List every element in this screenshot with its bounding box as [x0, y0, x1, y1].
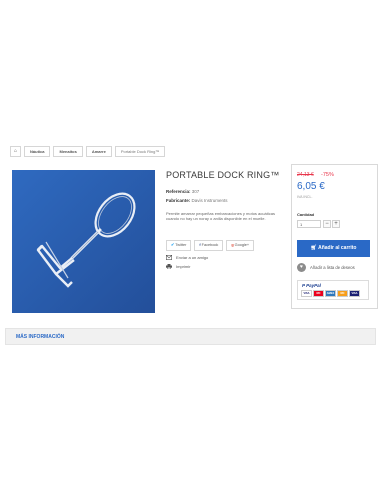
paypal-logo: P PayPal [302, 283, 321, 288]
facebook-icon: f [199, 243, 201, 247]
social-share: ✔Twitter fFacebook gGoogle+ [166, 240, 255, 251]
heart-icon: ♥ [297, 263, 306, 272]
breadcrumb-item-nautica[interactable]: Náutica [24, 146, 51, 157]
print-link[interactable]: Imprimir [166, 264, 190, 269]
more-info-tab[interactable]: MÁS INFORMACIÓN [5, 328, 376, 345]
google-button[interactable]: gGoogle+ [226, 240, 255, 251]
quantity-increase-button[interactable]: + [332, 220, 340, 228]
wishlist-link[interactable]: ♥ Añadir a lista de deseos [297, 263, 355, 272]
breadcrumb-home[interactable]: ⌂ [10, 146, 22, 157]
reference-value: 307 [191, 189, 200, 194]
breadcrumb: ⌂ Náutica Menaitos Amarre Portable Dock … [10, 146, 166, 157]
send-to-friend-label: Enviar a un amigo [176, 255, 209, 260]
wishlist-label: Añadir a lista de deseos [310, 265, 355, 270]
home-icon: ⌂ [14, 148, 18, 154]
amex-icon: AMEX [325, 290, 336, 297]
visa-electron-icon: VISA [349, 290, 360, 297]
print-label: Imprimir [176, 264, 191, 269]
product-title: PORTABLE DOCK RING™ [166, 170, 280, 180]
quantity-label: Cantidad [297, 212, 315, 217]
more-info-label: MÁS INFORMACIÓN [16, 334, 65, 340]
google-icon: g [231, 243, 234, 247]
cart-icon: 🛒︎ [310, 245, 319, 251]
maestro-icon: MC [337, 290, 348, 297]
manufacturer-label: Fabricante: [166, 198, 191, 203]
printer-icon [166, 264, 172, 269]
twitter-label: Twitter [175, 243, 187, 247]
discount-badge: -75% [321, 172, 334, 178]
twitter-button[interactable]: ✔Twitter [166, 240, 192, 251]
add-to-cart-label: Añadir al carrito [318, 245, 357, 251]
envelope-icon [166, 255, 172, 260]
dock-ring-illustration [12, 170, 155, 313]
manufacturer-row: Fabricante: Davis Instruments [166, 198, 228, 203]
manufacturer-value[interactable]: Davis Instruments [192, 198, 228, 203]
reference-label: Referencia: [166, 189, 191, 194]
mastercard-icon: MC [313, 290, 324, 297]
payment-methods: P PayPal VISA MC AMEX MC VISA [297, 280, 369, 300]
google-label: Google+ [234, 243, 250, 247]
product-description: Permite amarrar pequeñas embarcaciones y… [166, 211, 275, 221]
facebook-label: Facebook [201, 243, 219, 247]
card-logos: VISA MC AMEX MC VISA [301, 290, 360, 297]
visa-icon: VISA [301, 290, 312, 297]
quantity-input[interactable]: 1 [297, 220, 321, 228]
breadcrumb-item-amarre[interactable]: Amarre [85, 146, 112, 157]
breadcrumb-item-current: Portable Dock Ring™ [114, 146, 166, 157]
quantity-decrease-button[interactable]: − [323, 220, 331, 228]
product-image[interactable] [12, 170, 155, 313]
old-price: 24,13 € [297, 172, 314, 178]
breadcrumb-item-menaitos[interactable]: Menaitos [53, 146, 83, 157]
facebook-button[interactable]: fFacebook [194, 240, 224, 251]
current-price: 6,05 € [297, 181, 325, 192]
tax-note: IVA INCL. [297, 195, 313, 199]
send-to-friend-link[interactable]: Enviar a un amigo [166, 255, 208, 260]
add-to-cart-button[interactable]: 🛒︎ Añadir al carrito [297, 240, 370, 257]
reference-row: Referencia: 307 [166, 189, 199, 194]
twitter-icon: ✔ [171, 243, 175, 247]
